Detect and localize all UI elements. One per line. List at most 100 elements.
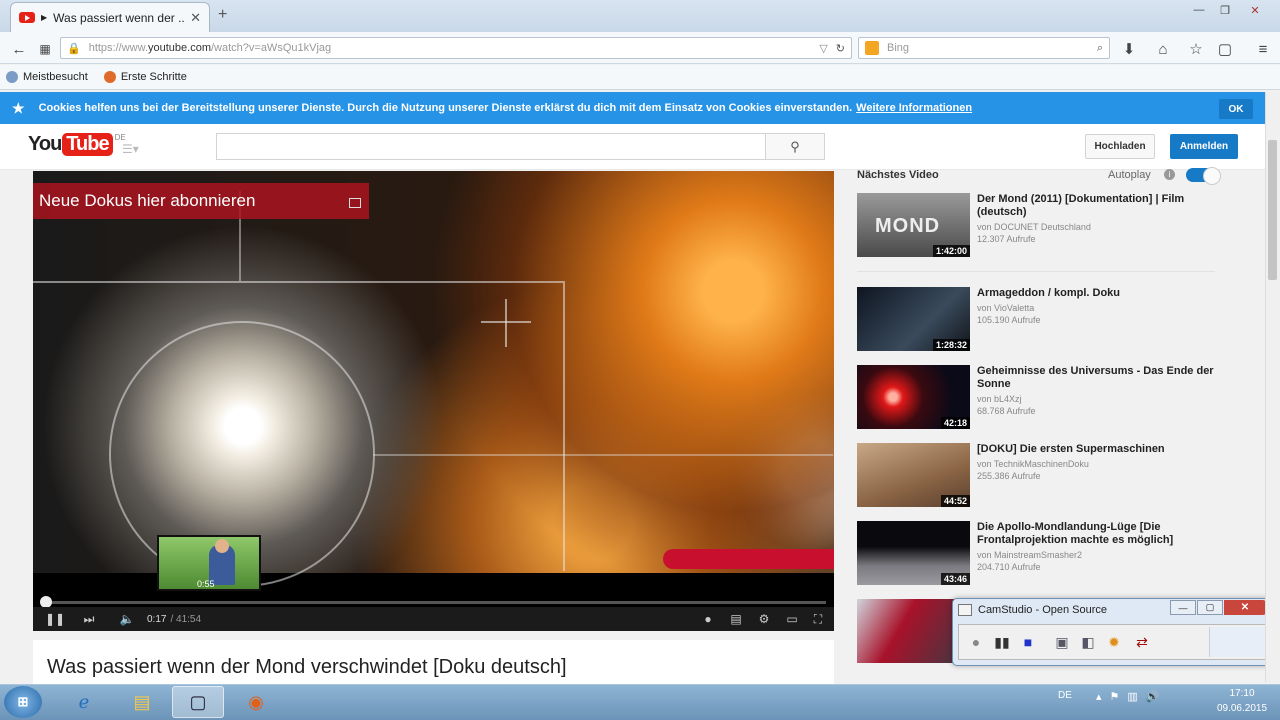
annotation-link-icon[interactable] xyxy=(349,198,361,208)
autopan-icon[interactable]: ⇄ xyxy=(1132,632,1152,652)
minimize-window-button[interactable]: — xyxy=(1186,2,1212,18)
firefox-taskbar-icon[interactable]: ◉ xyxy=(230,686,282,718)
address-bar[interactable]: 🔒 https://www.youtube.com/watch?v=aWsQu1… xyxy=(60,37,852,59)
internet-explorer-icon[interactable]: ℯ xyxy=(58,686,110,718)
recommended-video[interactable]: MOND 1:42:00 Der Mond (2011) [Dokumentat… xyxy=(857,193,1237,259)
search-placeholder: Bing xyxy=(887,42,910,54)
volume-icon[interactable]: 🔊 xyxy=(1146,690,1160,703)
pause-icon[interactable]: ❚❚ xyxy=(45,609,65,629)
video-player[interactable]: Neue Dokus hier abonnieren 0:55 ❚❚ ⏭ 🔈 0… xyxy=(33,171,834,631)
flag-icon[interactable]: ⚑ xyxy=(1110,690,1120,703)
back-arrow-icon[interactable]: ← xyxy=(8,38,30,60)
system-clock[interactable]: 17:10 09.06.2015 xyxy=(1212,686,1272,716)
video-duration: 1:42:00 xyxy=(932,245,970,257)
video-title-link[interactable]: [DOKU] Die ersten Supermaschinen xyxy=(977,443,1217,456)
camstudio-minimize-button[interactable]: — xyxy=(1170,600,1196,615)
browser-tab[interactable]: ▶ Was passiert wenn der ... ✕ xyxy=(10,2,210,32)
guide-menu-icon[interactable]: ☰▾ xyxy=(122,142,139,156)
language-indicator[interactable]: DE xyxy=(1058,690,1072,701)
video-title-link[interactable]: Der Mond (2011) [Dokumentation] | Film (… xyxy=(977,193,1217,219)
crosshair-icon xyxy=(505,299,507,347)
region-icon[interactable]: ▣ xyxy=(1052,632,1072,652)
video-thumbnail[interactable]: MOND 1:42:00 xyxy=(857,193,970,257)
stop-icon[interactable]: ■ xyxy=(1018,632,1038,652)
record-icon[interactable]: ● xyxy=(966,632,986,652)
start-button[interactable]: ⊞ xyxy=(4,686,42,718)
fullscreen-icon[interactable]: ⛶ xyxy=(809,609,827,629)
camstudio-title: CamStudio - Open Source xyxy=(978,604,1108,616)
scrollbar-thumb[interactable] xyxy=(1268,140,1277,280)
web-search-bar[interactable]: Bing ⌕ xyxy=(858,37,1110,59)
camstudio-maximize-button[interactable]: ▢ xyxy=(1197,600,1223,615)
more-info-link[interactable]: Weitere Informationen xyxy=(856,102,972,114)
camstudio-app-icon xyxy=(958,604,972,616)
sign-in-button[interactable]: Anmelden xyxy=(1170,134,1238,159)
volume-icon[interactable]: 🔈 xyxy=(117,609,137,629)
video-title-link[interactable]: Geheimnisse des Universums - Das Ende de… xyxy=(977,365,1217,391)
firefox-icon xyxy=(103,71,116,83)
camstudio-taskbar-icon[interactable]: ▢ xyxy=(172,686,224,718)
cookie-ok-button[interactable]: OK xyxy=(1219,99,1253,119)
progress-bar[interactable] xyxy=(41,601,826,604)
bookmark-star-icon[interactable]: ☆ xyxy=(1185,38,1207,60)
pause-icon[interactable]: ▮▮ xyxy=(992,632,1012,652)
options-icon[interactable]: ◧ xyxy=(1078,632,1098,652)
network-icon[interactable]: ▥ xyxy=(1127,690,1137,703)
view-count: 105.190 Aufrufe xyxy=(977,315,1041,325)
dropdown-chevron-icon[interactable]: ▽ xyxy=(819,42,827,55)
info-icon[interactable]: i xyxy=(1164,169,1175,180)
annotations-icon[interactable]: ● xyxy=(699,609,717,629)
download-icon[interactable]: ⬇ xyxy=(1118,38,1140,60)
view-count: 204.710 Aufrufe xyxy=(977,562,1041,572)
home-icon[interactable]: ⌂ xyxy=(1152,38,1174,60)
video-thumbnail[interactable]: 44:52 xyxy=(857,443,970,507)
url-prefix: https://www. xyxy=(88,42,148,54)
pocket-icon[interactable]: ▢ xyxy=(1214,38,1236,60)
bookmarks-bar: Meistbesucht Erste Schritte xyxy=(0,65,1280,90)
upload-button[interactable]: Hochladen xyxy=(1085,134,1155,159)
video-thumbnail[interactable]: 43:46 xyxy=(857,521,970,585)
bing-icon[interactable] xyxy=(865,41,879,55)
file-explorer-icon[interactable]: ▤ xyxy=(116,686,168,718)
recommended-video[interactable]: 1:28:32 Armageddon / kompl. Doku von Vio… xyxy=(857,287,1237,353)
bookmark-first-steps[interactable]: Erste Schritte xyxy=(103,71,187,83)
bookmark-most-visited[interactable]: Meistbesucht xyxy=(6,71,88,83)
youtube-search-button[interactable]: ⚲ xyxy=(765,133,825,160)
magnifier-icon[interactable]: ⌕ xyxy=(1097,42,1103,55)
cookie-text: Cookies helfen uns bei der Bereitstellun… xyxy=(38,102,853,114)
video-thumbnail[interactable]: 42:18 xyxy=(857,365,970,429)
camstudio-close-button[interactable]: ✕ xyxy=(1224,600,1266,615)
effects-sun-icon[interactable]: ✹ xyxy=(1104,632,1124,652)
close-tab-icon[interactable]: ✕ xyxy=(190,10,201,26)
youtube-search-input[interactable] xyxy=(216,133,766,160)
autoplay-toggle[interactable] xyxy=(1186,167,1221,185)
video-title-link[interactable]: Armageddon / kompl. Doku xyxy=(977,287,1217,300)
recommended-video[interactable]: 42:18 Geheimnisse des Universums - Das E… xyxy=(857,365,1237,431)
person-head xyxy=(215,539,229,553)
tray-arrow-icon[interactable]: ▴ xyxy=(1096,690,1102,703)
theater-mode-icon[interactable]: ▭ xyxy=(783,609,801,629)
url-path: /watch?v=aWsQu1kVjag xyxy=(210,42,332,54)
region-label: DE xyxy=(114,133,126,142)
close-window-button[interactable]: ✕ xyxy=(1242,2,1268,18)
preview-time: 0:55 xyxy=(197,579,215,589)
grid-icon[interactable]: ▦ xyxy=(34,38,56,60)
video-title-link[interactable]: Die Apollo-Mondlandung-Lüge [Die Frontal… xyxy=(977,521,1217,547)
recommended-video[interactable]: 44:52 [DOKU] Die ersten Supermaschinen v… xyxy=(857,443,1237,509)
channel-name: von bL4Xzj xyxy=(977,394,1022,404)
next-icon[interactable]: ⏭ xyxy=(79,609,99,629)
subscribe-annotation[interactable]: Neue Dokus hier abonnieren xyxy=(33,183,369,219)
search-icon: ⚲ xyxy=(790,138,800,154)
tab-title: Was passiert wenn der ... xyxy=(53,10,185,25)
menu-icon[interactable]: ≡ xyxy=(1252,38,1274,60)
video-thumbnail[interactable]: 1:28:32 xyxy=(857,287,970,351)
settings-gear-icon[interactable]: ⚙ xyxy=(755,609,773,629)
subtitles-icon[interactable]: ▤ xyxy=(727,609,745,629)
channel-name: von TechnikMaschinenDoku xyxy=(977,459,1089,469)
clock-time: 17:10 xyxy=(1229,688,1255,699)
maximize-window-button[interactable]: ❐ xyxy=(1212,2,1238,18)
reload-icon[interactable]: ↻ xyxy=(836,42,845,55)
youtube-logo[interactable]: You Tube DE xyxy=(28,133,126,156)
new-tab-button[interactable]: + xyxy=(218,6,227,24)
recommended-video[interactable]: 43:46 Die Apollo-Mondlandung-Lüge [Die F… xyxy=(857,521,1237,587)
